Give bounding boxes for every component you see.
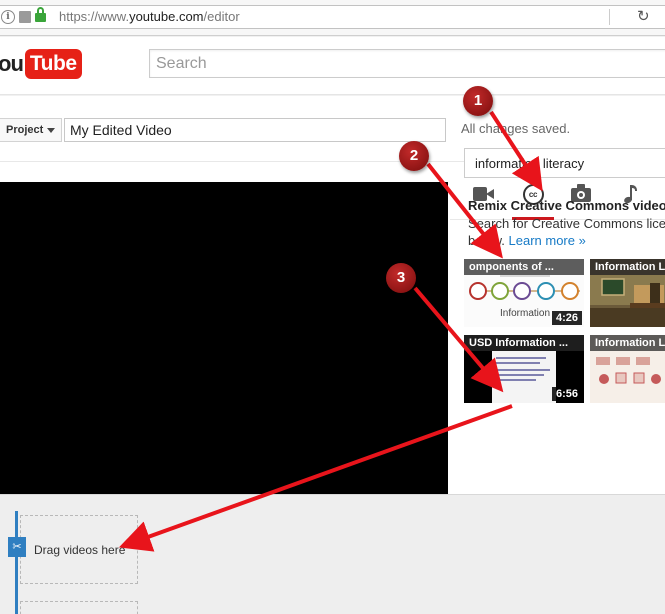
scissors-icon[interactable]: ✂ — [8, 537, 26, 557]
project-title-field — [64, 118, 446, 142]
lock-icon[interactable] — [35, 7, 46, 22]
result-thumbnail[interactable]: USD Information ... 6:56 — [464, 335, 584, 403]
youtube-logo[interactable]: ou Tube — [0, 49, 82, 79]
site-header: ou Tube — [0, 37, 665, 95]
cc-heading: Remix Creative Commons videos — [468, 198, 665, 213]
annotation-badge-1: 1 — [463, 86, 493, 116]
annotation-badge-3: 3 — [386, 263, 416, 293]
video-drop-zone-secondary[interactable] — [20, 601, 138, 614]
project-title-input[interactable] — [65, 119, 445, 141]
search-input[interactable] — [150, 50, 665, 77]
cc-search-box — [464, 148, 665, 178]
cc-description: Search for Creative Commons licensed bel… — [468, 216, 665, 248]
video-preview[interactable] — [0, 182, 448, 494]
result-title: omponents of ... — [464, 259, 584, 275]
result-thumbnail[interactable]: Information Li... — [590, 335, 665, 403]
info-icon[interactable]: i — [1, 10, 15, 24]
save-status: All changes saved. — [461, 121, 571, 136]
browser-address-bar: i https://www.youtube.com/editor ↻ — [0, 0, 665, 36]
address-bar-divider — [609, 9, 610, 25]
dropdown-caret-icon — [47, 127, 56, 133]
timeline: ✂ Drag videos here — [0, 494, 665, 614]
page-icon — [19, 11, 31, 23]
learn-more-link[interactable]: Learn more » — [509, 233, 586, 248]
timeline-playhead[interactable] — [15, 511, 18, 614]
search-box — [149, 49, 665, 78]
annotation-badge-2: 2 — [399, 141, 429, 171]
url-text[interactable]: https://www.youtube.com/editor — [59, 9, 240, 25]
result-duration: 6:56 — [551, 387, 582, 401]
project-menu-button[interactable]: Project — [0, 118, 62, 142]
reload-icon[interactable]: ↻ — [637, 8, 650, 26]
cc-search-input[interactable] — [465, 149, 665, 177]
svg-text:Information: Information — [500, 308, 550, 319]
result-title: Information Li... — [590, 335, 665, 351]
drop-zone-label: Drag videos here — [34, 543, 126, 557]
result-thumbnail[interactable]: Information omponents of ... 4:26 — [464, 259, 584, 327]
url-bar[interactable]: i https://www.youtube.com/editor ↻ — [0, 5, 665, 29]
result-title: USD Information ... — [464, 335, 584, 351]
result-thumbnail[interactable]: Information Li... — [590, 259, 665, 327]
result-title: Information Li... — [590, 259, 665, 275]
result-duration: 4:26 — [551, 311, 582, 325]
